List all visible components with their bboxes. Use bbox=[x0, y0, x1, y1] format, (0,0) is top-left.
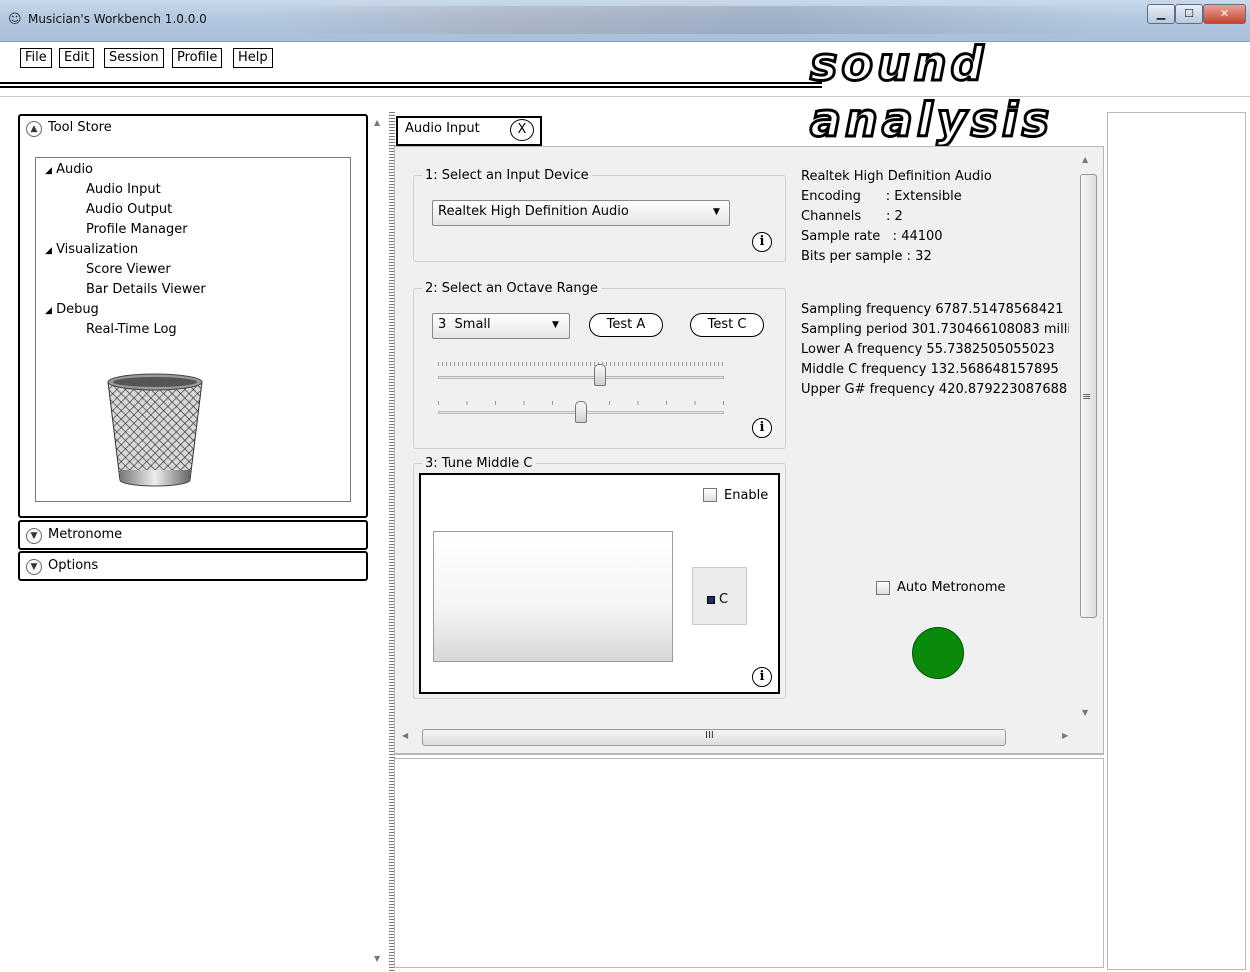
note-label: C bbox=[719, 592, 729, 607]
divider bbox=[394, 754, 1104, 755]
info-icon[interactable]: i bbox=[752, 232, 772, 252]
grip-icon: ≡ bbox=[1082, 390, 1092, 403]
metronome-header[interactable]: Metronome bbox=[48, 527, 122, 542]
info-icon[interactable]: i bbox=[752, 667, 772, 687]
frequency-info: Sampling frequency 6787.51478568421 Samp… bbox=[801, 300, 1069, 400]
device-bits: Bits per sample : 32 bbox=[801, 249, 932, 264]
scroll-left-icon[interactable]: ◀ bbox=[402, 731, 408, 740]
info-icon[interactable]: i bbox=[752, 418, 772, 438]
window-title: Musician's Workbench 1.0.0.0 bbox=[28, 12, 207, 26]
tab-label: Audio Input bbox=[405, 121, 480, 136]
device-channels: Channels : 2 bbox=[801, 209, 903, 224]
group-title: 3: Tune Middle C bbox=[422, 456, 536, 471]
banner-line bbox=[0, 82, 822, 84]
chevron-down-icon[interactable]: ▼ bbox=[26, 559, 42, 575]
menu-help[interactable]: Help bbox=[233, 48, 273, 68]
maximize-button[interactable]: ☐ bbox=[1175, 4, 1203, 24]
sampling-frequency: Sampling frequency 6787.51478568421 bbox=[801, 302, 1064, 317]
scroll-up-icon[interactable]: ▲ bbox=[374, 118, 380, 127]
device-name: Realtek High Definition Audio bbox=[801, 169, 992, 184]
chevron-down-icon[interactable]: ▼ bbox=[26, 528, 42, 544]
device-sample-rate: Sample rate : 44100 bbox=[801, 229, 943, 244]
sampling-period: Sampling period 301.730466108083 millis bbox=[801, 322, 1069, 337]
bottom-panel bbox=[394, 758, 1104, 968]
expand-triangle-icon: ◢ bbox=[45, 166, 52, 176]
tree-item-real-time-log[interactable]: Real-Time Log bbox=[86, 322, 177, 337]
menu-edit[interactable]: Edit bbox=[59, 48, 95, 68]
auto-metronome-label[interactable]: Auto Metronome bbox=[897, 580, 1006, 595]
tab-close-button[interactable]: X bbox=[510, 119, 534, 141]
octave-slider-thumb[interactable] bbox=[575, 401, 587, 423]
enable-checkbox[interactable] bbox=[703, 488, 717, 502]
tree-item-bar-details-viewer[interactable]: Bar Details Viewer bbox=[86, 282, 206, 297]
expand-triangle-icon: ◢ bbox=[45, 246, 52, 256]
test-c-button[interactable]: Test C bbox=[690, 313, 764, 337]
test-a-button[interactable]: Test A bbox=[589, 313, 663, 337]
dropdown-arrow-icon: ▼ bbox=[552, 320, 559, 330]
range-slider-track[interactable] bbox=[438, 376, 724, 379]
grip-icon: III bbox=[705, 730, 714, 741]
group-title: 1: Select an Input Device bbox=[422, 168, 592, 183]
trash-can-icon[interactable] bbox=[100, 372, 210, 492]
tree-node-audio[interactable]: ◢ Audio bbox=[45, 162, 93, 177]
enable-label[interactable]: Enable bbox=[724, 488, 768, 503]
expand-triangle-icon: ◢ bbox=[45, 306, 52, 316]
divider bbox=[0, 96, 1250, 97]
minimize-button[interactable]: ▁ bbox=[1147, 4, 1175, 24]
tree-item-audio-output[interactable]: Audio Output bbox=[86, 202, 172, 217]
middle-c-frequency: Middle C frequency 132.568648157895 bbox=[801, 362, 1059, 377]
metronome-indicator bbox=[912, 627, 964, 679]
octave-value: 3 Small bbox=[438, 317, 491, 332]
slider-ticks bbox=[438, 362, 724, 366]
menu-session[interactable]: Session bbox=[104, 48, 164, 68]
auto-metronome-checkbox[interactable] bbox=[876, 581, 890, 595]
tree-item-audio-input[interactable]: Audio Input bbox=[86, 182, 161, 197]
tree-node-visualization[interactable]: ◢ Visualization bbox=[45, 242, 138, 257]
upper-gsharp-frequency: Upper G# frequency 420.879223087688 bbox=[801, 382, 1068, 397]
menu-profile[interactable]: Profile bbox=[172, 48, 223, 68]
scroll-down-icon[interactable]: ▼ bbox=[1082, 708, 1088, 717]
group-title: 2: Select an Octave Range bbox=[422, 281, 601, 296]
lower-a-frequency: Lower A frequency 55.7382505055023 bbox=[801, 342, 1055, 357]
tree-item-score-viewer[interactable]: Score Viewer bbox=[86, 262, 171, 277]
horizontal-scroll-thumb[interactable] bbox=[422, 729, 1006, 746]
device-encoding: Encoding : Extensible bbox=[801, 189, 962, 204]
menu-file[interactable]: File bbox=[20, 48, 52, 68]
tool-store-header[interactable]: Tool Store bbox=[48, 120, 112, 135]
device-info: Realtek High Definition Audio Encoding :… bbox=[801, 167, 1069, 267]
scroll-up-icon[interactable]: ▲ bbox=[1082, 155, 1088, 164]
tuner-display bbox=[433, 531, 673, 662]
options-header[interactable]: Options bbox=[48, 558, 98, 573]
tree-node-debug[interactable]: ◢ Debug bbox=[45, 302, 99, 317]
scroll-down-icon[interactable]: ▼ bbox=[374, 954, 380, 963]
note-square-icon bbox=[707, 596, 715, 604]
tree-item-profile-manager[interactable]: Profile Manager bbox=[86, 222, 188, 237]
scroll-right-icon[interactable]: ▶ bbox=[1062, 731, 1068, 740]
mask-icon: ☺ bbox=[8, 12, 22, 27]
input-device-value: Realtek High Definition Audio bbox=[438, 204, 629, 219]
chevron-up-icon[interactable]: ▲ bbox=[26, 121, 42, 137]
dropdown-arrow-icon: ▼ bbox=[713, 207, 720, 217]
close-button[interactable]: ✕ bbox=[1203, 4, 1246, 24]
banner-line bbox=[0, 86, 822, 88]
right-panel bbox=[1107, 112, 1246, 970]
range-slider-thumb[interactable] bbox=[594, 364, 606, 386]
